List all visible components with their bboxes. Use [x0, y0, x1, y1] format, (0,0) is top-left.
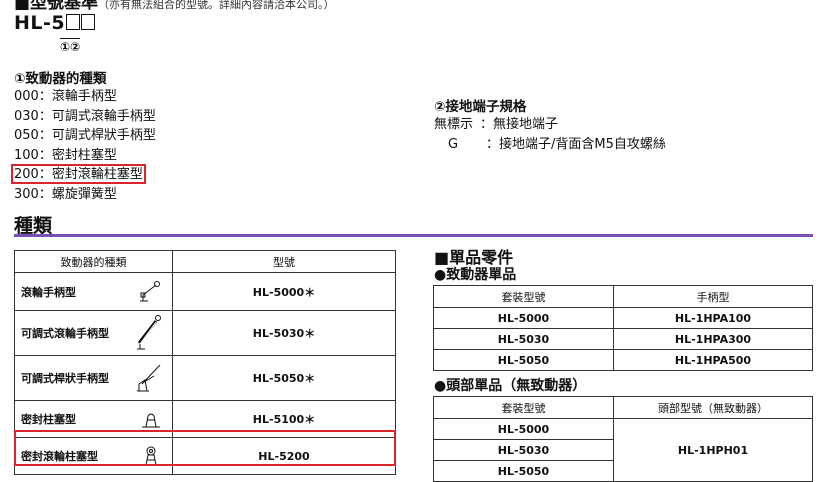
- table-row: 可調式桿狀手柄型 HL-5050＊: [14, 355, 396, 401]
- set-model-cell: HL-5050: [433, 349, 614, 371]
- sealed-plunger-icon: [142, 413, 160, 428]
- highlight-box-hl-5200: [14, 430, 396, 466]
- table-row: HL-5050 HL-1HPA500: [433, 349, 813, 371]
- model-basis-note: （亦有無法組合的型號。詳細內容請洽本公司。）: [98, 0, 335, 11]
- terminal-desc: ：接地端子/背面含M5自攻螺絲: [486, 137, 666, 152]
- head-model-cell: HL-1HPH01: [613, 418, 813, 482]
- table-header: 型號: [172, 250, 396, 273]
- table-header: 手柄型: [613, 285, 813, 308]
- actuator-item: 100：密封柱塞型: [14, 147, 117, 163]
- actuator-item: 000：滾輪手柄型: [14, 89, 117, 104]
- actuator-list: 000：滾輪手柄型 030：可調式滾輪手柄型 050：可調式桿狀手柄型 100：…: [14, 87, 156, 205]
- actuator-section-title: ①致動器的種類: [14, 71, 107, 87]
- terminal-code: 無標示: [434, 117, 474, 132]
- model-code: HL-5: [14, 12, 96, 34]
- model-cell: HL-5030＊: [172, 310, 396, 356]
- adjustable-rod-lever-icon: [137, 364, 161, 392]
- adjustable-roller-lever-icon: [137, 315, 161, 350]
- section-divider: [14, 234, 813, 237]
- actuator-type-cell: 可調式滾輪手柄型: [14, 310, 173, 356]
- table-header: 套裝型號: [433, 285, 614, 308]
- model-cell: HL-5050＊: [172, 355, 396, 401]
- terminal-section-title: ②接地端子規格: [434, 99, 527, 115]
- actuator-unit-title: ●致動器單品: [434, 267, 517, 283]
- table-row: 可調式滾輪手柄型 HL-5030＊: [14, 310, 396, 356]
- table-row: HL-5000 HL-1HPH01: [433, 418, 813, 482]
- table-header-row: 套裝型號 頭部型號（無致動器）: [433, 396, 813, 419]
- set-model-cell: HL-5000: [433, 307, 614, 329]
- set-model-cell: HL-5000: [433, 418, 614, 440]
- lever-model-cell: HL-1HPA100: [613, 307, 813, 329]
- model-code-prefix: HL-5: [14, 12, 66, 34]
- roller-lever-icon: [140, 280, 160, 301]
- actuator-type-name: 可調式桿狀手柄型: [21, 372, 109, 385]
- actuator-unit-table: 套裝型號 手柄型 HL-5000 HL-1HPA100 HL-5030 HL-1…: [433, 285, 813, 371]
- actuator-item: 030：可調式滾輪手柄型: [14, 108, 156, 124]
- actuator-type-cell: 可調式桿狀手柄型: [14, 355, 173, 401]
- lever-model-cell: HL-1HPA300: [613, 328, 813, 350]
- table-header: 致動器的種類: [14, 250, 173, 273]
- table-header: 頭部型號（無致動器）: [613, 396, 813, 419]
- table-row: HL-5030 HL-1HPA300: [433, 328, 813, 350]
- head-unit-title: ●頭部單品（無致動器）: [434, 378, 587, 394]
- code-slot-2: [81, 14, 96, 30]
- head-unit-table: 套裝型號 頭部型號（無致動器） HL-5000 HL-1HPH01 HL-503…: [433, 396, 813, 482]
- terminal-code: G: [448, 137, 459, 152]
- terminal-list: 無標示 ：無接地端子 G ：接地端子/背面含M5自攻螺絲: [434, 115, 666, 155]
- actuator-type-name: 可調式滾輪手柄型: [21, 327, 109, 340]
- highlight-box-200: [11, 164, 146, 184]
- actuator-item: 300：螺旋彈簧型: [14, 186, 117, 202]
- table-header-row: 套裝型號 手柄型: [433, 285, 813, 308]
- actuator-item: 050：可調式桿狀手柄型: [14, 128, 156, 144]
- terminal-item: 無標示 ：無接地端子: [434, 115, 666, 135]
- lever-model-cell: HL-1HPA500: [613, 349, 813, 371]
- table-header: 套裝型號: [433, 396, 614, 419]
- actuator-type-name: 密封柱塞型: [21, 413, 76, 426]
- terminal-desc: ：無接地端子: [480, 117, 559, 132]
- table-header-row: 致動器的種類 型號: [14, 250, 396, 273]
- table-row: HL-5000 HL-1HPA100: [433, 307, 813, 329]
- set-model-cell: HL-5030: [433, 439, 614, 461]
- code-slot-1: [66, 14, 81, 30]
- model-code-marks: ①②: [60, 38, 81, 54]
- set-model-cell: HL-5030: [433, 328, 614, 350]
- model-cell: HL-5000＊: [172, 272, 396, 311]
- table-row: 滾輪手柄型 HL-5000＊: [14, 272, 396, 311]
- set-model-cell: HL-5050: [433, 460, 614, 482]
- terminal-item: G ：接地端子/背面含M5自攻螺絲: [434, 135, 666, 155]
- actuator-type-cell: 滾輪手柄型: [14, 272, 173, 311]
- actuator-type-name: 滾輪手柄型: [21, 285, 76, 299]
